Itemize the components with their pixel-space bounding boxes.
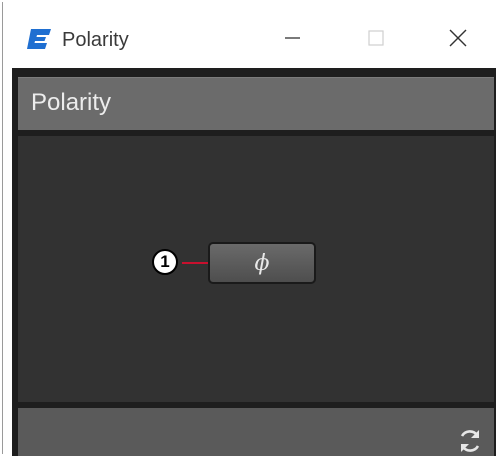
minimize-icon (285, 37, 300, 39)
close-button[interactable] (435, 18, 481, 58)
polarity-button-label: ϕ (254, 251, 270, 276)
app-e-logo-icon (26, 28, 52, 50)
panel-title: Polarity (31, 89, 112, 116)
window-title: Polarity (62, 29, 129, 51)
panel-footer (18, 408, 494, 456)
title-bar[interactable]: Polarity (3, 2, 496, 68)
maximize-button[interactable] (353, 18, 399, 58)
panel-main: 1 ϕ (18, 136, 494, 402)
maximize-icon (368, 30, 384, 46)
minimize-button[interactable] (269, 18, 315, 58)
refresh-icon[interactable] (455, 426, 485, 456)
polarity-invert-button[interactable]: ϕ (208, 242, 316, 284)
polarity-window: Polarity Polarity 1 ϕ (2, 2, 496, 456)
callout-badge: 1 (152, 249, 178, 275)
panel-header: Polarity (18, 77, 494, 130)
close-icon (449, 29, 467, 47)
window-content: Polarity 1 ϕ (12, 68, 496, 456)
callout-line (182, 262, 210, 264)
